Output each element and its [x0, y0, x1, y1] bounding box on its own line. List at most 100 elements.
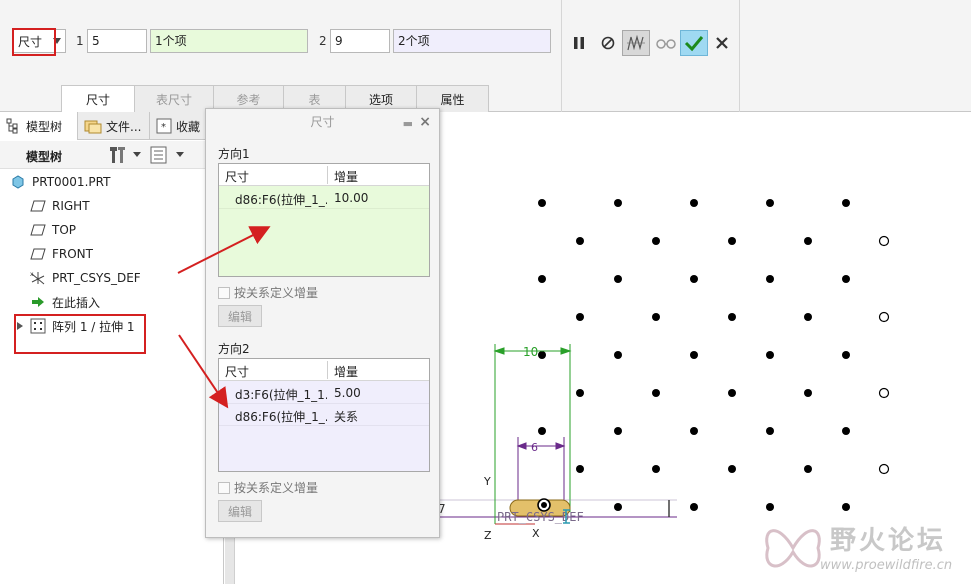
chevron-down-icon[interactable] — [133, 152, 141, 157]
pattern-point[interactable] — [538, 199, 546, 207]
pattern-point[interactable] — [728, 237, 736, 245]
datum-plane-icon — [30, 200, 46, 212]
pattern-point-skipped[interactable] — [878, 463, 890, 475]
no-preview-button[interactable] — [594, 30, 622, 56]
pattern-point[interactable] — [690, 503, 698, 511]
pattern-point[interactable] — [842, 275, 850, 283]
row-increment[interactable]: 10.00 — [334, 191, 368, 205]
direction2-items-collector[interactable]: 2个项 — [393, 29, 551, 53]
pattern-point[interactable] — [690, 351, 698, 359]
pattern-point[interactable] — [538, 427, 546, 435]
table-row[interactable]: d3:F6(拉伸_1_1... 5.00 — [219, 382, 429, 404]
direction1-relation-checkbox-row[interactable]: 按关系定义增量 — [218, 284, 318, 301]
pattern-point[interactable] — [804, 465, 812, 473]
settings-tools-icon[interactable] — [108, 145, 128, 165]
direction1-count-input[interactable]: 5 — [87, 29, 147, 53]
pattern-point[interactable] — [804, 237, 812, 245]
tree-item-right[interactable]: RIGHT — [30, 196, 90, 216]
pattern-point[interactable] — [614, 351, 622, 359]
pattern-type-value: 尺寸 — [18, 34, 43, 49]
row-dimension: d3:F6(拉伸_1_1... — [235, 388, 327, 402]
dimension-6-label[interactable]: 6 — [531, 441, 538, 454]
pattern-point[interactable] — [842, 503, 850, 511]
dimension-10[interactable] — [493, 344, 572, 512]
tree-item-top[interactable]: TOP — [30, 220, 76, 240]
direction2-edit-button[interactable]: 编辑 — [218, 500, 262, 522]
pattern-point[interactable] — [652, 237, 660, 245]
dimension-6[interactable] — [516, 437, 566, 502]
no-preview-icon — [601, 36, 615, 50]
pattern-point[interactable] — [842, 351, 850, 359]
row-increment[interactable]: 关系 — [334, 408, 358, 425]
pattern-point[interactable] — [728, 389, 736, 397]
chevron-down-icon[interactable] — [176, 152, 184, 157]
direction2-relation-checkbox-row[interactable]: 按关系定义增量 — [218, 479, 318, 496]
pattern-point-skipped[interactable] — [878, 387, 890, 399]
confirm-button[interactable] — [680, 30, 708, 56]
pattern-point[interactable] — [576, 237, 584, 245]
chevron-down-icon[interactable] — [53, 38, 61, 44]
pattern-point[interactable] — [690, 275, 698, 283]
direction1-items-collector[interactable]: 1个项 — [150, 29, 308, 53]
direction2-table[interactable]: 尺寸 增量 d3:F6(拉伸_1_1... 5.00 d86:F6(拉伸_1_.… — [218, 358, 430, 472]
direction2-relation-checkbox[interactable] — [218, 481, 230, 494]
pattern-point[interactable] — [652, 389, 660, 397]
pattern-point[interactable] — [766, 199, 774, 207]
table-row[interactable]: d86:F6(拉伸_1_... 关系 — [219, 404, 429, 426]
pattern-point[interactable] — [690, 427, 698, 435]
pattern-point[interactable] — [766, 275, 774, 283]
pattern-point[interactable] — [614, 503, 622, 511]
close-icon[interactable]: × — [419, 114, 431, 130]
pattern-point[interactable] — [766, 427, 774, 435]
table-row[interactable]: d86:F6(拉伸_1_... 10.00 — [219, 187, 429, 209]
tree-item-label: 在此插入 — [52, 295, 101, 310]
pattern-point[interactable] — [576, 313, 584, 321]
pattern-point[interactable] — [576, 389, 584, 397]
tab-model-tree[interactable]: 模型树 — [0, 112, 78, 140]
pattern-point[interactable] — [728, 313, 736, 321]
pattern-point-skipped[interactable] — [878, 311, 890, 323]
tab-dimensions[interactable]: 尺寸 — [61, 85, 135, 113]
pattern-point[interactable] — [538, 351, 546, 359]
tree-item-csys[interactable]: x PRT_CSYS_DEF — [30, 268, 141, 288]
tab-folder-browser[interactable]: 文件... — [78, 112, 150, 140]
pattern-point[interactable] — [690, 199, 698, 207]
pin-icon[interactable]: ▬ — [403, 117, 413, 130]
pattern-point-skipped[interactable] — [878, 235, 890, 247]
show-list-icon[interactable] — [150, 146, 168, 164]
dimension-10-label[interactable]: 10 — [523, 345, 538, 359]
pause-button[interactable] — [565, 30, 593, 56]
tree-item-part[interactable]: PRT0001.PRT — [10, 172, 110, 192]
expand-arrow-icon[interactable] — [16, 321, 24, 331]
direction1-edit-button[interactable]: 编辑 — [218, 305, 262, 327]
pattern-point[interactable] — [728, 465, 736, 473]
pattern-point[interactable] — [766, 503, 774, 511]
direction1-table[interactable]: 尺寸 增量 d86:F6(拉伸_1_... 10.00 — [218, 163, 430, 277]
pattern-point[interactable] — [614, 199, 622, 207]
direction1-relation-checkbox[interactable] — [218, 286, 230, 299]
pattern-point[interactable] — [842, 199, 850, 207]
pattern-point[interactable] — [804, 313, 812, 321]
ribbon-divider — [739, 0, 740, 112]
glasses-button[interactable] — [652, 30, 680, 56]
pattern-type-select[interactable]: 尺寸 — [12, 29, 66, 53]
tree-item-label: TOP — [52, 223, 77, 237]
pattern-point[interactable] — [804, 389, 812, 397]
pattern-preview-button[interactable] — [622, 30, 650, 56]
pattern-point[interactable] — [614, 275, 622, 283]
tree-item-front[interactable]: FRONT — [30, 244, 93, 264]
tree-item-insert-here[interactable]: 在此插入 — [30, 292, 100, 312]
direction2-count-input[interactable]: 9 — [330, 29, 390, 53]
tab-table-dimensions[interactable]: 表尺寸 — [134, 85, 214, 112]
pattern-point[interactable] — [652, 465, 660, 473]
row-increment[interactable]: 5.00 — [334, 386, 361, 400]
tree-item-pattern[interactable]: 阵列 1 / 拉伸 1 — [16, 316, 135, 336]
axis-x-label: X — [532, 527, 540, 540]
pattern-point[interactable] — [842, 427, 850, 435]
pattern-point[interactable] — [576, 465, 584, 473]
pattern-point[interactable] — [652, 313, 660, 321]
pattern-point[interactable] — [766, 351, 774, 359]
pattern-point[interactable] — [614, 427, 622, 435]
cancel-button[interactable] — [708, 30, 736, 56]
pattern-point[interactable] — [538, 275, 546, 283]
